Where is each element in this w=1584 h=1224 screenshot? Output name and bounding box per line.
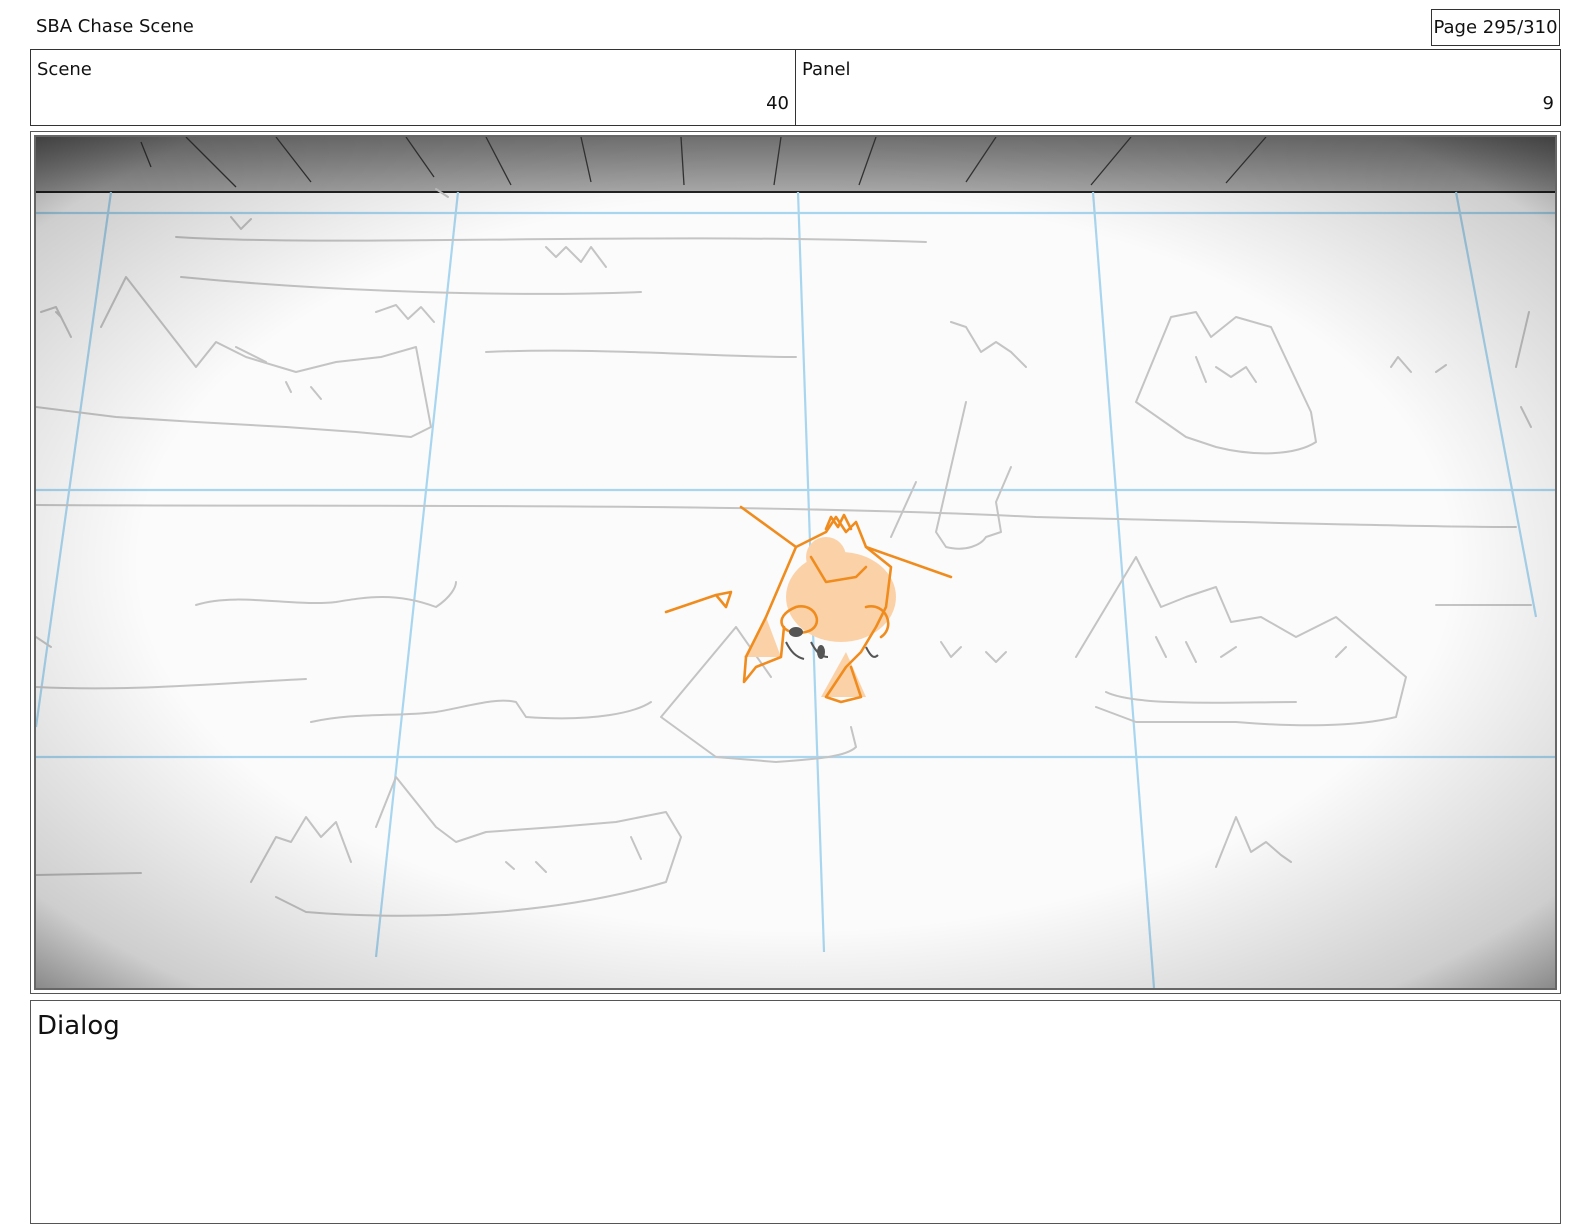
scene-number: 40	[766, 93, 789, 114]
dialog-label: Dialog	[37, 1011, 120, 1041]
storyboard-panel-image	[34, 135, 1557, 990]
panel-cell: Panel 9	[795, 50, 1560, 125]
vignette	[36, 137, 1555, 988]
info-row: Scene 40 Panel 9	[30, 49, 1561, 126]
page-counter: Page 295/310	[1431, 9, 1560, 46]
panel-number: 9	[1542, 93, 1554, 114]
scene-label: Scene	[37, 59, 92, 80]
document-title: SBA Chase Scene	[36, 16, 194, 37]
panel-frame	[30, 131, 1561, 994]
dialog-box: Dialog	[30, 1000, 1561, 1224]
scene-cell: Scene 40	[31, 50, 795, 125]
panel-label: Panel	[802, 59, 851, 80]
storyboard-sketch-drawing	[36, 137, 1555, 988]
